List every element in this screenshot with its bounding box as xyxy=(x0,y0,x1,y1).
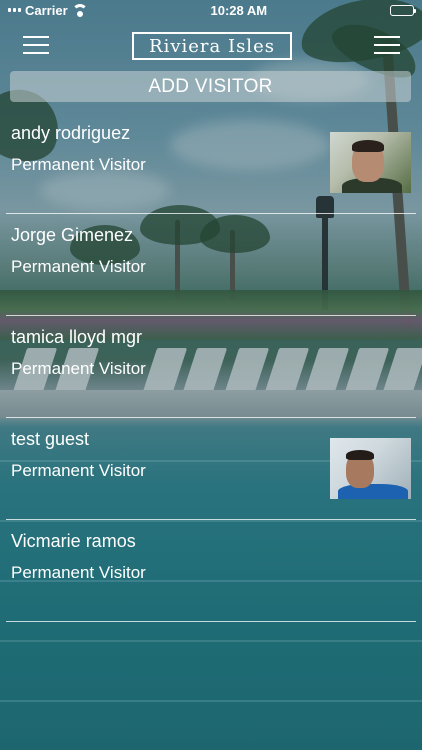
visitor-name: tamica lloyd mgr xyxy=(11,327,143,347)
add-visitor-button[interactable]: ADD VISITOR xyxy=(10,71,411,102)
nav-bar: Riviera Isles xyxy=(0,28,422,66)
visitor-photo xyxy=(330,132,411,193)
signal-icon xyxy=(8,8,21,12)
visitor-list: andy rodriguez Permanent Visitor Jorge G… xyxy=(0,112,422,622)
visitor-type: Permanent Visitor xyxy=(11,461,146,480)
status-bar: Carrier 10:28 AM xyxy=(0,0,422,20)
visitor-row[interactable]: tamica lloyd mgr Permanent Visitor xyxy=(0,316,422,418)
left-menu-button[interactable] xyxy=(23,34,49,56)
visitor-row[interactable]: test guest Permanent Visitor xyxy=(0,418,422,520)
battery-icon xyxy=(390,4,416,16)
row-divider xyxy=(6,621,416,622)
visitor-type: Permanent Visitor xyxy=(11,563,146,582)
visitor-type: Permanent Visitor xyxy=(11,257,146,276)
riviera-isles-logo: Riviera Isles xyxy=(132,32,292,60)
right-menu-button[interactable] xyxy=(374,34,400,56)
visitor-type: Permanent Visitor xyxy=(11,155,146,174)
visitor-row[interactable]: andy rodriguez Permanent Visitor xyxy=(0,112,422,214)
visitor-row[interactable]: Vicmarie ramos Permanent Visitor xyxy=(0,520,422,622)
visitor-row[interactable]: Jorge Gimenez Permanent Visitor xyxy=(0,214,422,316)
visitor-name: test guest xyxy=(11,429,90,449)
visitor-name: Jorge Gimenez xyxy=(11,225,134,245)
visitor-type: Permanent Visitor xyxy=(11,359,146,378)
status-time: 10:28 AM xyxy=(210,2,268,18)
wifi-icon xyxy=(71,4,88,17)
visitor-name: andy rodriguez xyxy=(11,123,131,143)
visitor-photo xyxy=(330,438,411,499)
visitor-name: Vicmarie ramos xyxy=(11,531,136,551)
carrier-label: Carrier xyxy=(25,2,68,18)
status-left: Carrier xyxy=(8,3,88,18)
